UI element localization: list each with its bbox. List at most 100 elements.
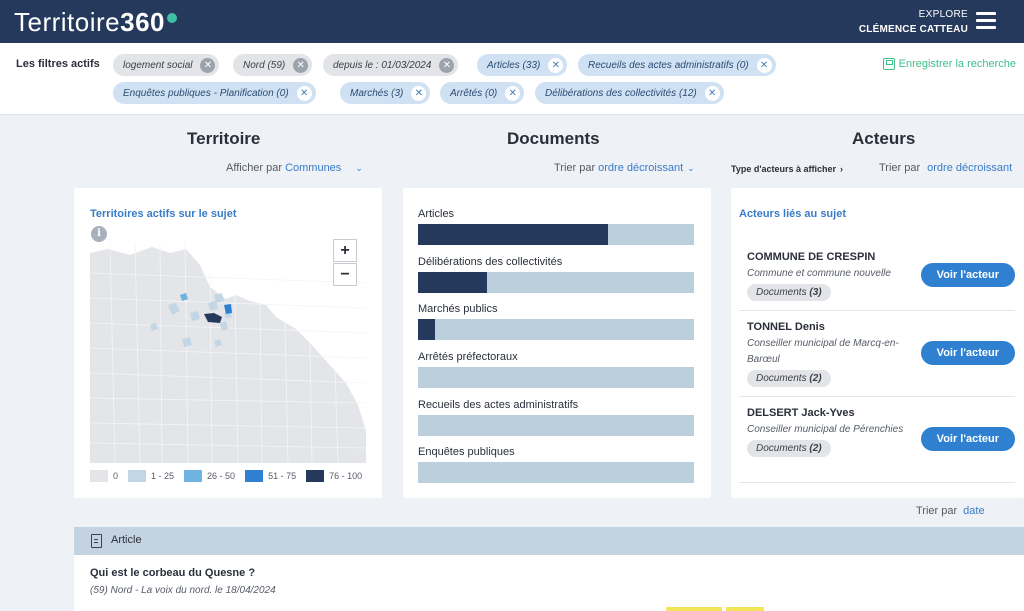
explore-label: EXPLORE <box>918 9 968 20</box>
document-bar <box>418 367 694 388</box>
close-icon[interactable]: ✕ <box>704 85 720 101</box>
info-icon[interactable]: i <box>91 226 107 242</box>
document-bar <box>418 224 694 245</box>
document-category[interactable]: Enquêtes publiques <box>418 446 694 483</box>
actor-docs-badge: Documents (2) <box>747 440 831 457</box>
document-bar-fill <box>418 319 435 340</box>
document-category-label: Marchés publics <box>418 303 498 315</box>
logo-dot-icon <box>167 12 178 23</box>
zoom-out-button[interactable]: − <box>333 263 357 286</box>
sort-value: ordre décroissant <box>598 162 684 174</box>
document-category[interactable]: Marchés publics <box>418 303 694 340</box>
documents-sort-select[interactable]: Trier par ordre décroissant ⌄ <box>554 162 695 174</box>
close-icon[interactable]: ✕ <box>439 57 455 73</box>
document-bar-fill <box>418 272 487 293</box>
document-category[interactable]: Arrêtés préfectoraux <box>418 351 694 388</box>
hamburger-menu-icon[interactable] <box>976 12 996 30</box>
territory-map[interactable] <box>90 243 366 463</box>
filter-chip[interactable]: depuis le : 01/03/2024 ✕ <box>323 54 459 76</box>
display-value: Communes <box>285 162 342 174</box>
highlight-mark <box>666 607 722 611</box>
actor-name[interactable]: COMMUNE DE CRESPIN <box>747 251 1015 263</box>
filter-chip[interactable]: Recueils des actes administratifs (0) ✕ <box>578 54 776 76</box>
sort-label: Trier par <box>554 162 596 174</box>
actor-docs-badge: Documents (3) <box>747 284 831 301</box>
filter-chip-label: Nord (59) <box>243 59 286 71</box>
filter-chip[interactable]: Arrêtés (0) ✕ <box>440 82 525 104</box>
close-icon[interactable]: ✕ <box>756 57 772 73</box>
filter-chip-label: Enquêtes publiques - Planification (0) <box>123 87 289 99</box>
territoire-display-select[interactable]: Afficher par Communes ⌄ <box>226 162 363 174</box>
divider <box>739 310 1015 311</box>
filter-chip-label: Arrêtés (0) <box>450 87 498 99</box>
chevron-right-icon: › <box>840 164 844 174</box>
legend-label: 0 <box>113 471 119 481</box>
actor-name[interactable]: TONNEL Denis <box>747 321 1015 333</box>
save-search-button[interactable]: Enregistrer la recherche <box>882 58 1016 70</box>
legend-swatch <box>306 470 325 482</box>
close-icon[interactable]: ✕ <box>411 85 427 101</box>
actor-role: Conseiller municipal de Pérenchies <box>747 424 904 435</box>
territoire-card-title: Territoires actifs sur le sujet <box>90 208 237 220</box>
close-icon[interactable]: ✕ <box>296 85 312 101</box>
document-category-label: Délibérations des collectivités <box>418 256 563 268</box>
active-filters-bar: Les filtres actifs logement social ✕ Nord… <box>0 43 1024 115</box>
close-icon[interactable]: ✕ <box>548 57 564 73</box>
actor-name[interactable]: DELSERT Jack-Yves <box>747 407 1015 419</box>
filter-chip-label: Articles (33) <box>487 59 541 71</box>
filter-chip[interactable]: Délibérations des collectivités (12) ✕ <box>535 82 724 104</box>
view-actor-button[interactable]: Voir l'acteur <box>920 341 1015 365</box>
document-category[interactable]: Recueils des actes administratifs <box>418 399 694 436</box>
filter-chip[interactable]: Marchés (3) ✕ <box>340 82 431 104</box>
documents-title: Documents <box>507 129 600 148</box>
zoom-in-button[interactable]: + <box>333 239 357 262</box>
filter-chip-label: Marchés (3) <box>350 87 404 99</box>
results-sort-select[interactable]: Trier par date <box>916 505 985 517</box>
sort-label: Trier par <box>879 162 921 174</box>
document-bar-fill <box>418 224 609 245</box>
sort-label: Trier par <box>916 505 958 517</box>
filter-chip[interactable]: Nord (59) ✕ <box>233 54 313 76</box>
filters-label: Les filtres actifs <box>16 58 100 70</box>
result-item[interactable]: Qui est le corbeau du Quesne ? (59) Nord… <box>74 555 1024 611</box>
logo-number: 360 <box>120 7 166 37</box>
chevron-down-icon: ⌄ <box>355 163 363 173</box>
map-region-base <box>90 247 366 463</box>
actor-docs-label: Documents <box>756 287 807 298</box>
user-name: CLÉMENCE CATTEAU <box>858 24 968 35</box>
result-type-header: Article <box>74 527 1024 555</box>
actor-docs-count: (2) <box>809 443 822 454</box>
legend-item: 26 - 50 <box>184 470 235 482</box>
actor-docs-label: Documents <box>756 443 807 454</box>
filter-chip[interactable]: Articles (33) ✕ <box>477 54 568 76</box>
document-bar <box>418 462 694 483</box>
territoire-card: Territoires actifs sur le sujet i + − 0 … <box>74 188 382 498</box>
close-icon[interactable]: ✕ <box>505 85 521 101</box>
map-legend: 0 1 - 25 26 - 50 51 - 75 76 - 100 <box>90 470 372 482</box>
acteurs-title: Acteurs <box>852 129 916 148</box>
document-category-label: Arrêtés préfectoraux <box>418 351 518 363</box>
filter-chip-label: depuis le : 01/03/2024 <box>333 59 432 71</box>
result-title[interactable]: Qui est le corbeau du Quesne ? <box>90 567 255 579</box>
filter-chip[interactable]: Enquêtes publiques - Planification (0) ✕ <box>113 82 316 104</box>
filter-chip[interactable]: logement social ✕ <box>113 54 220 76</box>
view-actor-button[interactable]: Voir l'acteur <box>920 263 1015 287</box>
logo-text: Territoire <box>14 7 121 37</box>
view-actor-button[interactable]: Voir l'acteur <box>920 427 1015 451</box>
actor-item: DELSERT Jack-Yves Conseiller municipal d… <box>747 407 1015 457</box>
close-icon[interactable]: ✕ <box>200 57 216 73</box>
logo[interactable]: Territoire 360 <box>14 7 178 38</box>
legend-label: 76 - 100 <box>329 471 363 481</box>
actor-role: Commune et commune nouvelle <box>747 268 891 279</box>
acteurs-sort-select[interactable]: Trier par ordre décroissant <box>879 162 1012 174</box>
legend-item: 1 - 25 <box>128 470 174 482</box>
actor-type-label: Type d'acteurs à afficher <box>731 164 837 174</box>
territoire-title: Territoire <box>187 129 261 148</box>
sort-value: ordre décroissant <box>927 162 1013 174</box>
legend-item: 0 <box>90 470 118 482</box>
document-category[interactable]: Articles <box>418 208 694 245</box>
document-category[interactable]: Délibérations des collectivités <box>418 256 694 293</box>
actor-type-toggle[interactable]: Type d'acteurs à afficher › <box>731 164 843 174</box>
close-icon[interactable]: ✕ <box>293 57 309 73</box>
display-label: Afficher par <box>226 162 283 174</box>
